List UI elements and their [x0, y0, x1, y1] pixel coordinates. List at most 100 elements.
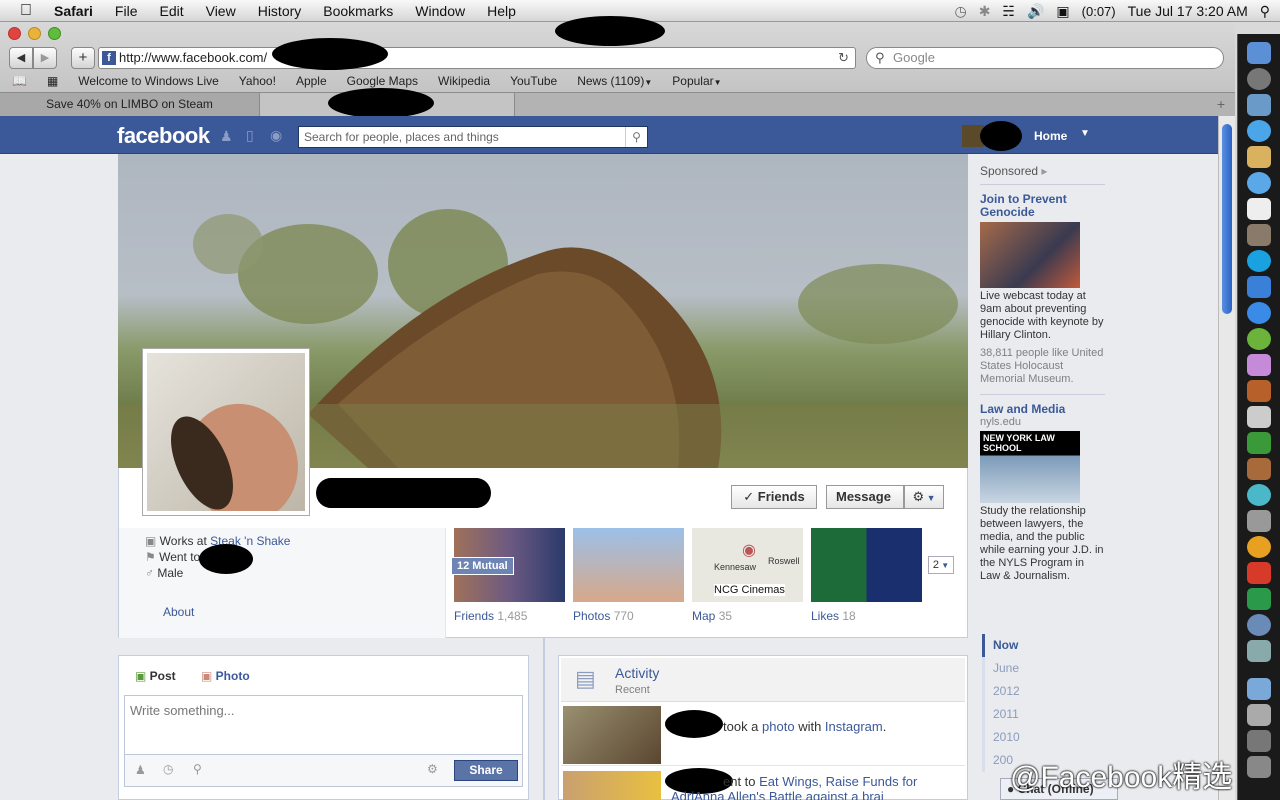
activity-title[interactable]: Activity — [615, 665, 659, 681]
timeline-item-now[interactable]: Now — [982, 634, 1102, 657]
composer-tab-photo[interactable]: ▣ Photo — [201, 669, 250, 683]
menu-file[interactable]: File — [104, 3, 149, 19]
appstore-icon[interactable] — [1247, 276, 1271, 298]
composer-textarea[interactable]: Write something... — [124, 695, 523, 755]
app-icon[interactable] — [1247, 510, 1271, 532]
friends-button[interactable]: ✓ Friends — [731, 485, 817, 509]
notifications-icon[interactable]: ◉ — [270, 127, 282, 144]
messages-icon[interactable]: ▯ — [246, 127, 254, 144]
trash-icon[interactable] — [1247, 756, 1271, 778]
bookmark-item[interactable]: YouTube — [500, 74, 567, 88]
menu-view[interactable]: View — [195, 3, 247, 19]
folder-icon[interactable] — [1247, 704, 1271, 726]
app-icon[interactable] — [1247, 458, 1271, 480]
app-icon[interactable] — [1247, 562, 1271, 584]
bookmark-item[interactable]: Apple — [286, 74, 337, 88]
page-scrollbar[interactable] — [1218, 116, 1235, 800]
volume-icon[interactable]: 🔊 — [1027, 3, 1044, 20]
app-icon[interactable] — [1247, 640, 1271, 662]
opera-icon[interactable] — [1247, 536, 1271, 558]
timeline-item[interactable]: 2011 — [982, 703, 1102, 726]
share-button[interactable]: Share — [454, 760, 518, 781]
preview-icon[interactable] — [1247, 94, 1271, 116]
menu-bookmarks[interactable]: Bookmarks — [312, 3, 404, 19]
activity-event-link[interactable]: Eat Wings, Raise Funds for AdriAnna Alle… — [671, 774, 917, 800]
friends-thumbnail[interactable]: 12 Mutual — [451, 528, 565, 602]
gear-icon[interactable]: ⚙ — [427, 762, 438, 776]
account-menu-icon[interactable]: ▼ — [1080, 128, 1090, 139]
safari-icon[interactable] — [1247, 120, 1271, 142]
map-caption[interactable]: Map 35 — [692, 609, 732, 623]
activity-photo-link[interactable]: photo — [762, 719, 795, 734]
app-icon[interactable] — [1247, 354, 1271, 376]
friend-requests-icon[interactable]: ♟ — [220, 128, 233, 145]
message-button[interactable]: Message — [826, 485, 904, 509]
ad-image[interactable] — [980, 222, 1080, 288]
itunes-icon[interactable] — [1247, 302, 1271, 324]
add-bookmark-button[interactable]: + — [71, 47, 95, 69]
forward-button[interactable]: ▶ — [33, 47, 57, 69]
menu-window[interactable]: Window — [404, 3, 476, 19]
close-window-button[interactable] — [8, 27, 21, 40]
location-pin-icon[interactable]: ⚲ — [193, 762, 202, 776]
minimize-window-button[interactable] — [28, 27, 41, 40]
bookmark-item[interactable]: Google Maps — [337, 74, 428, 88]
bookmark-folder[interactable]: News (1109)▼ — [567, 74, 662, 88]
timeline-item[interactable]: 2010 — [982, 726, 1102, 749]
web-search-field[interactable]: ⚲ Google — [866, 47, 1224, 69]
app-icon[interactable] — [1247, 380, 1271, 402]
activity-app-link[interactable]: Instagram — [825, 719, 883, 734]
menu-history[interactable]: History — [247, 3, 313, 19]
timeline-item[interactable]: June — [982, 657, 1102, 680]
top-sites-icon[interactable]: ▦ — [37, 74, 68, 88]
launchpad-icon[interactable] — [1247, 68, 1271, 90]
wifi-icon[interactable]: ☵ — [1002, 3, 1015, 20]
timeline-item[interactable]: 2012 — [982, 680, 1102, 703]
likes-caption[interactable]: Likes 18 — [811, 609, 856, 623]
likes-thumbnail[interactable] — [811, 528, 922, 602]
spotlight-icon[interactable]: ⚲ — [1260, 3, 1270, 20]
folder-icon[interactable] — [1247, 730, 1271, 752]
apple-menu-icon[interactable]:  — [0, 2, 43, 20]
app-icon[interactable] — [1247, 432, 1271, 454]
photos-thumbnail[interactable] — [573, 528, 684, 602]
ichat-icon[interactable] — [1247, 172, 1271, 194]
activity-event-thumbnail[interactable] — [563, 771, 661, 800]
reload-icon[interactable]: ↻ — [838, 48, 849, 68]
new-tab-icon[interactable]: + — [1217, 96, 1225, 112]
clock-icon[interactable]: ◷ — [163, 762, 173, 776]
facebook-search-input[interactable]: Search for people, places and things ⚲ — [298, 126, 648, 148]
ad-image[interactable]: NEW YORK LAW SCHOOL — [980, 431, 1080, 503]
friends-caption[interactable]: Friends 1,485 — [454, 609, 527, 623]
more-sections-button[interactable]: 2 ▼ — [928, 556, 954, 574]
facebook-logo[interactable]: facebook — [117, 123, 210, 149]
about-link[interactable]: About — [163, 605, 194, 619]
tab-inactive[interactable]: Save 40% on LIMBO on Steam — [0, 93, 260, 116]
bookmark-item[interactable]: Welcome to Windows Live — [68, 74, 229, 88]
activity-photo-thumbnail[interactable] — [563, 706, 661, 764]
clock[interactable]: Tue Jul 17 3:20 AM — [1128, 3, 1248, 19]
bookmark-folder[interactable]: Popular▼ — [662, 74, 731, 88]
ad-title[interactable]: Law and Media — [980, 403, 1105, 416]
folder-icon[interactable] — [1247, 678, 1271, 700]
search-icon[interactable]: ⚲ — [625, 127, 647, 147]
finder-icon[interactable] — [1247, 42, 1271, 64]
app-menu[interactable]: Safari — [43, 3, 104, 19]
settings-dropdown-button[interactable]: ⚙ ▼ — [904, 485, 944, 509]
bluetooth-icon[interactable]: ✱ — [979, 3, 991, 20]
scrollbar-thumb[interactable] — [1222, 124, 1232, 314]
menu-help[interactable]: Help — [476, 3, 527, 19]
battery-icon[interactable]: ▣ — [1056, 3, 1069, 20]
time-machine-icon[interactable]: ◷ — [954, 3, 966, 20]
photos-caption[interactable]: Photos 770 — [573, 609, 634, 623]
app-icon[interactable] — [1247, 614, 1271, 636]
app-icon[interactable] — [1247, 588, 1271, 610]
url-field[interactable]: f http://www.facebook.com/ ↻ — [98, 47, 856, 69]
app-icon[interactable] — [1247, 406, 1271, 428]
photos-app-icon[interactable] — [1247, 224, 1271, 246]
skype-icon[interactable] — [1247, 250, 1271, 272]
spotify-icon[interactable] — [1247, 328, 1271, 350]
home-link[interactable]: Home — [1034, 129, 1067, 143]
back-button[interactable]: ◀ — [9, 47, 33, 69]
calendar-icon[interactable] — [1247, 198, 1271, 220]
